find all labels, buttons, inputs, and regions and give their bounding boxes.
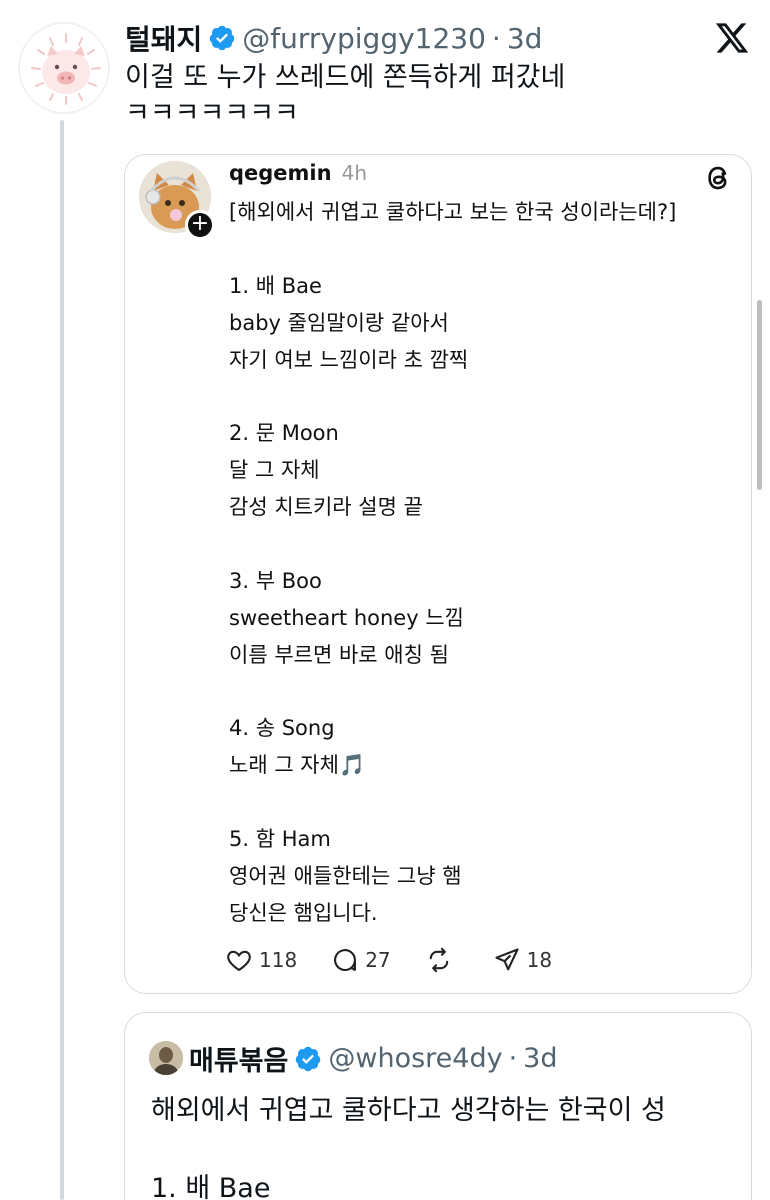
quoted-tweet-text-line: 1. 배 Bae (151, 1173, 271, 1200)
follow-plus-icon[interactable]: + (185, 210, 215, 240)
heart-icon (227, 950, 251, 972)
post-line: 당신은 햄입니다. (229, 900, 378, 925)
post-line (229, 378, 739, 415)
post-line: 3. 부 Boo (229, 568, 322, 593)
post-line (229, 674, 739, 711)
timestamp[interactable]: 3d (507, 22, 543, 55)
threads-post-body: [해외에서 귀엽고 쿨하다고 보는 한국 성이라는데?] 1. 배 Bae ba… (229, 155, 739, 932)
quoted-author-handle[interactable]: @whosre4dy (328, 1043, 502, 1074)
pig-avatar-icon (20, 24, 108, 112)
like-button[interactable]: 118 (225, 946, 297, 974)
reply-count: 27 (365, 948, 391, 972)
tweet-header: 털돼지 @furrypiggy1230 · 3d (125, 18, 542, 58)
threads-post-card[interactable]: + qegemin 4h [해외에서 귀엽고 쿨하다고 보는 한국 성이라는데?… (124, 154, 752, 994)
post-line (229, 784, 739, 821)
post-line: 2. 문 Moon (229, 421, 339, 446)
quoted-timestamp[interactable]: 3d (523, 1043, 557, 1074)
tweet-text: 이걸 또 누가 쓰레드에 쫀득하게 퍼갔네 ㅋㅋㅋㅋㅋㅋㅋ (125, 62, 566, 129)
comment-icon (334, 949, 357, 972)
author-handle[interactable]: @furrypiggy1230 (242, 22, 486, 55)
separator-dot: · (508, 1043, 518, 1074)
post-line: 노래 그 자체🎵 (229, 753, 366, 778)
quoted-tweet-header: 매튜볶음 @whosre4dy · 3d (189, 1039, 558, 1078)
x-logo-icon (715, 23, 749, 53)
threads-action-bar: 118 27 18 (225, 940, 586, 980)
quoted-tweet-card[interactable]: 매튜볶음 @whosre4dy · 3d 해외에서 귀엽고 쿨하다고 생각하는 … (124, 1012, 752, 1200)
post-line: 자기 여보 느낌이라 초 깜찍 (229, 347, 469, 372)
like-count: 118 (259, 948, 298, 972)
reply-button[interactable]: 27 (331, 946, 391, 974)
post-line (229, 526, 739, 563)
repost-icon (429, 947, 448, 973)
share-count: 18 (526, 948, 553, 972)
repost-button[interactable] (425, 946, 459, 974)
pig-avatar[interactable] (18, 22, 110, 114)
post-line: baby 줄임말이랑 같아서 (229, 310, 449, 335)
separator-dot: · (491, 21, 501, 55)
post-line (229, 231, 739, 268)
share-button[interactable]: 18 (493, 946, 552, 974)
verified-badge-icon (210, 25, 235, 51)
user-avatar-icon (149, 1041, 183, 1075)
verified-badge-icon (296, 1046, 321, 1071)
post-line: sweetheart honey 느낌 (229, 605, 464, 630)
post-line: 영어권 애들한테는 그냥 햄 (229, 864, 462, 889)
post-line: 5. 함 Ham (229, 827, 331, 852)
quoted-tweet-text: 해외에서 귀엽고 쿨하다고 생각하는 한국이 성 (151, 1095, 666, 1126)
post-line: [해외에서 귀엽고 쿨하다고 보는 한국 성이라는데?] (229, 200, 677, 224)
post-line: 1. 배 Bae (229, 273, 322, 298)
post-line: 달 그 자체 (229, 458, 320, 483)
post-line: 4. 송 Song (229, 716, 335, 741)
scrollbar[interactable] (757, 300, 762, 490)
author-name[interactable]: 털돼지 (125, 18, 202, 58)
post-line: 감성 치트키라 설명 끝 (229, 495, 423, 520)
thread-connector-line (60, 120, 64, 1200)
quoted-author-name[interactable]: 매튜볶음 (189, 1039, 288, 1078)
post-line: 이름 부르면 바로 애칭 됨 (229, 642, 449, 667)
user-avatar[interactable] (149, 1041, 183, 1075)
send-icon (495, 948, 519, 971)
